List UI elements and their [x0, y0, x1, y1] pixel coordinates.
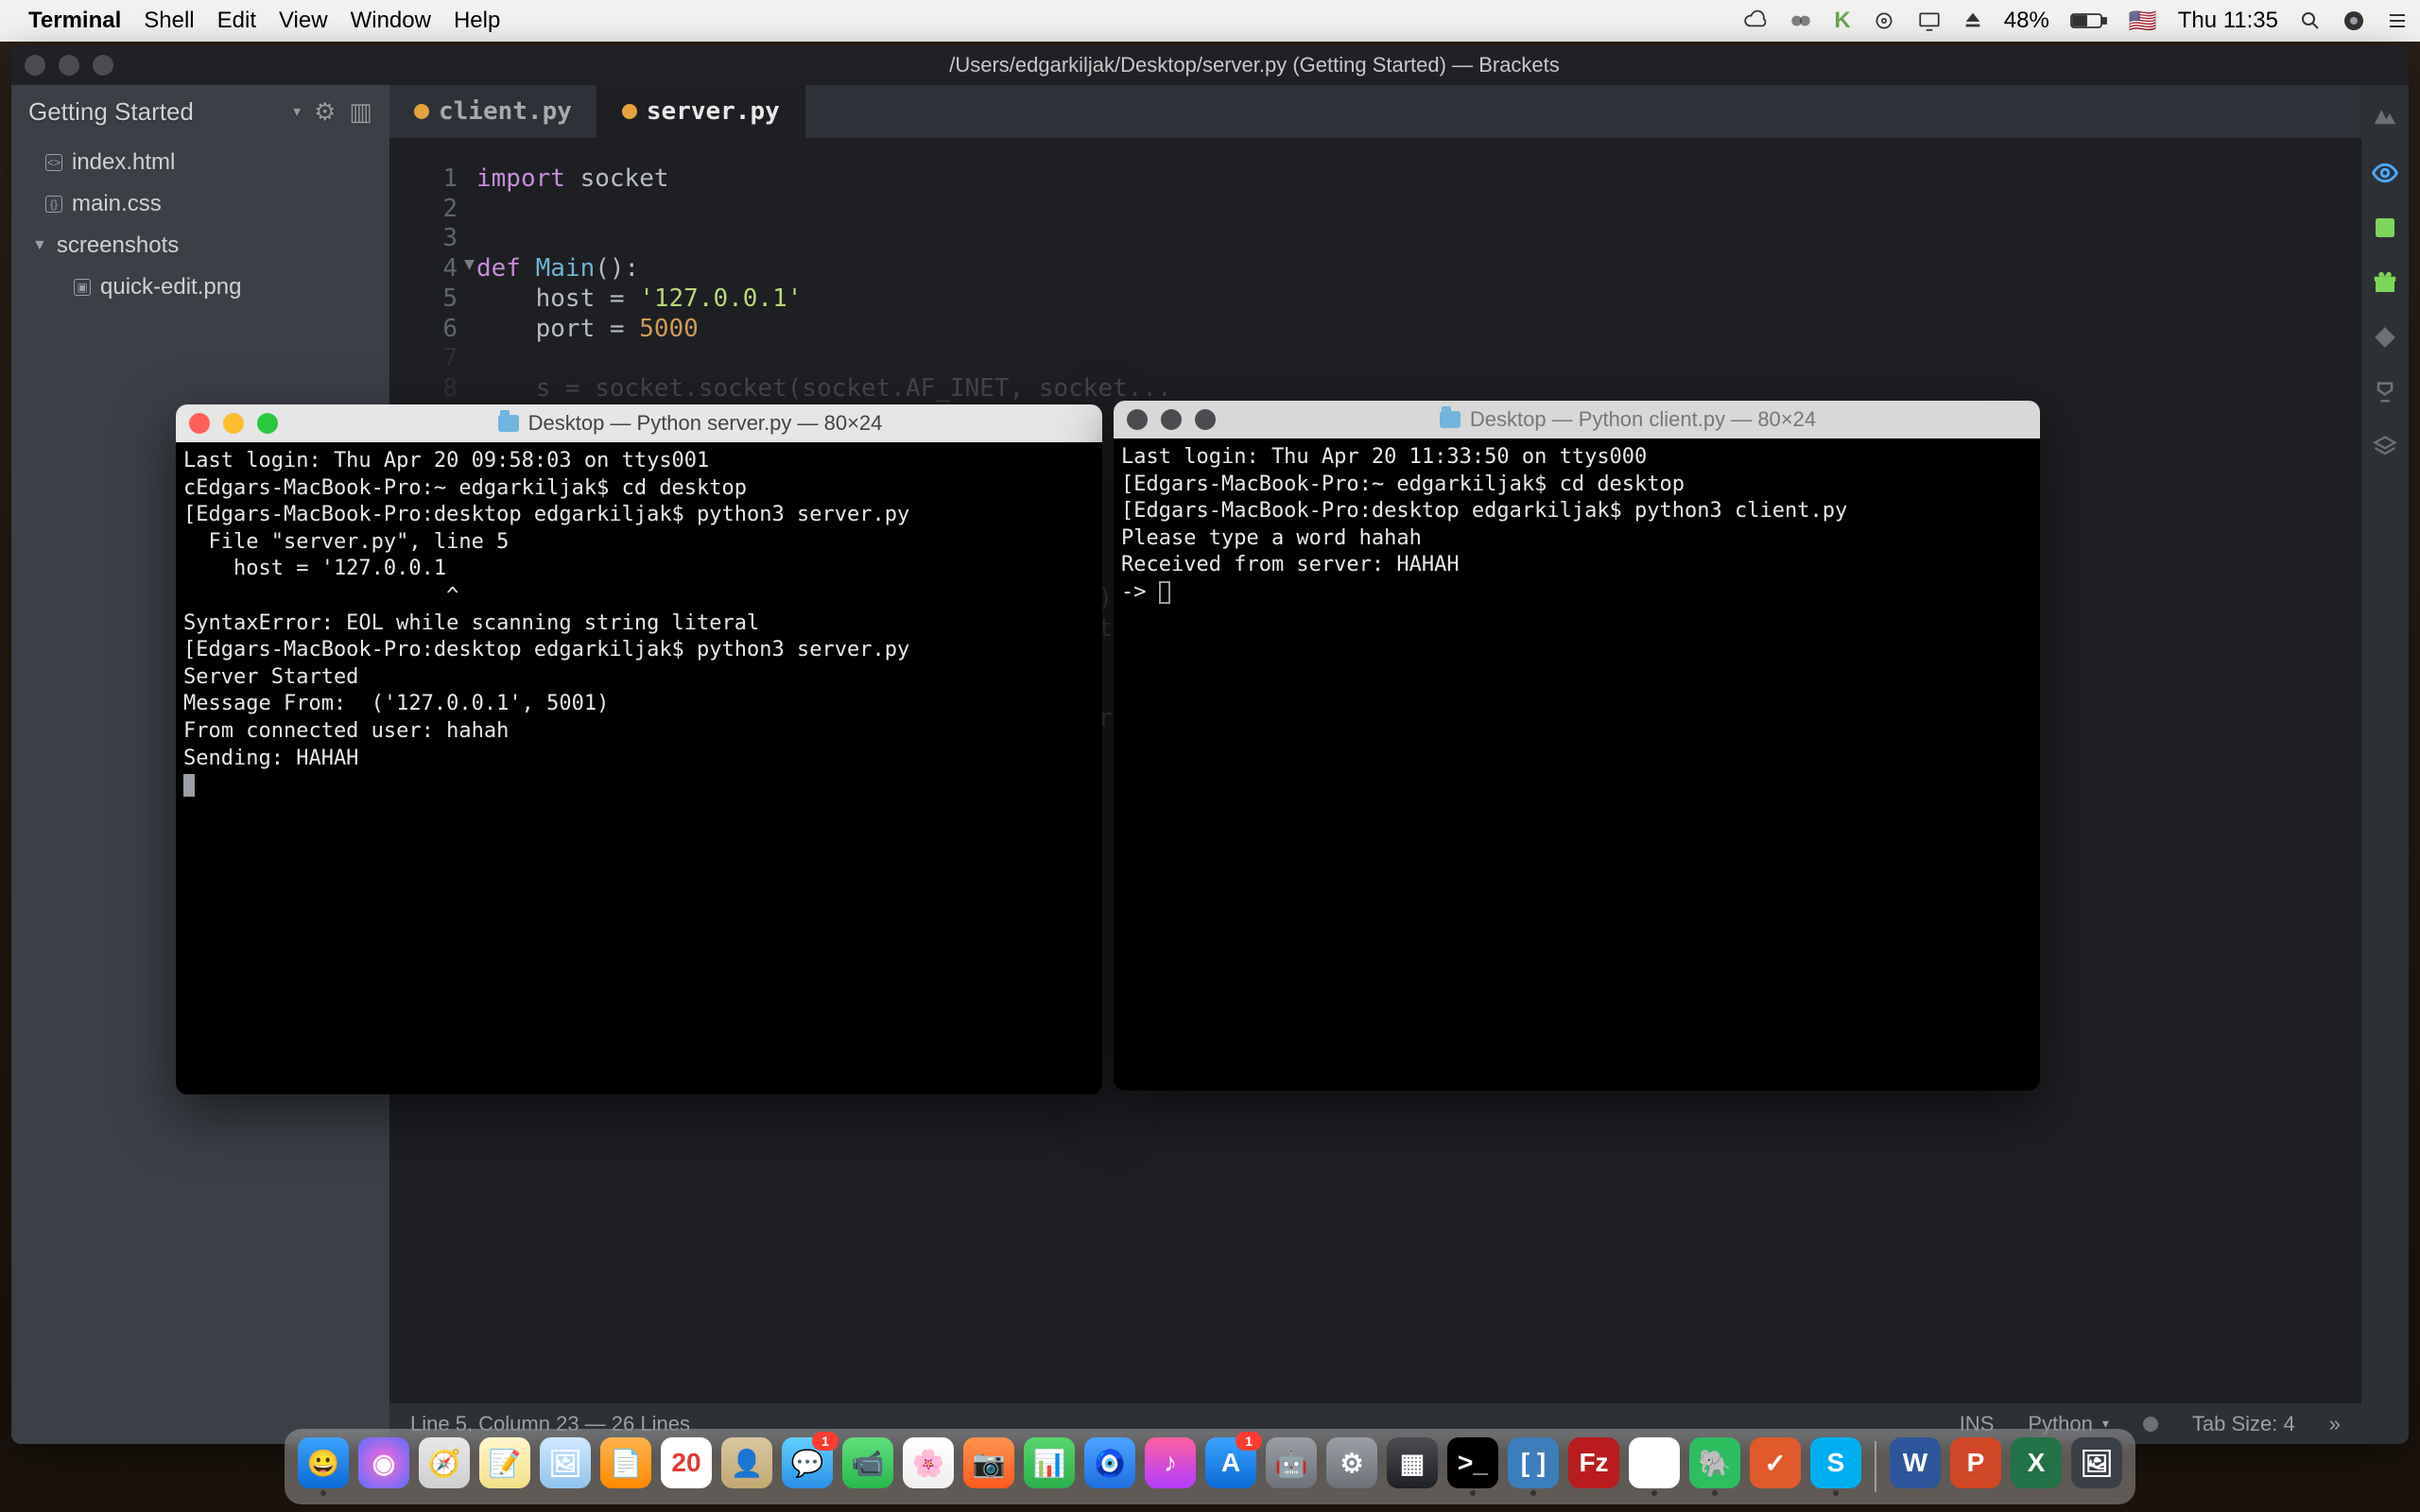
- extension-icon[interactable]: [2369, 212, 2401, 244]
- dock-app-chrome[interactable]: ◉: [1629, 1437, 1680, 1488]
- brackets-titlebar[interactable]: /Users/edgarkiljak/Desktop/server.py (Ge…: [11, 45, 2409, 85]
- close-button[interactable]: [1127, 409, 1148, 430]
- tab-server-py[interactable]: server.py: [597, 85, 805, 138]
- terminal-output[interactable]: Last login: Thu Apr 20 11:33:50 on ttys0…: [1114, 438, 2040, 1091]
- dock-app-safari[interactable]: 🧭: [419, 1437, 470, 1488]
- dock-app-contacts[interactable]: 👤: [721, 1437, 772, 1488]
- dock-item-excel[interactable]: X: [2011, 1437, 2062, 1488]
- dock-app-siri[interactable]: ◉: [358, 1437, 409, 1488]
- status-display-icon[interactable]: [1917, 9, 1942, 33]
- macos-menubar: Terminal Shell Edit View Window Help K 4…: [0, 0, 2420, 42]
- window-traffic-lights: [25, 55, 113, 76]
- minimize-button[interactable]: [223, 413, 244, 434]
- project-name: Getting Started: [28, 97, 293, 127]
- menubar-app-name[interactable]: Terminal: [28, 8, 121, 34]
- zoom-button[interactable]: [257, 413, 278, 434]
- close-button[interactable]: [25, 55, 45, 76]
- folder-icon: [498, 415, 519, 432]
- siri-status-icon[interactable]: [2342, 9, 2365, 32]
- project-dropdown-icon[interactable]: ▾: [293, 102, 301, 121]
- status-k-icon[interactable]: K: [1834, 8, 1850, 34]
- folder-icon: [1440, 411, 1461, 428]
- dock-app-appstore[interactable]: A: [1205, 1437, 1256, 1488]
- menu-edit[interactable]: Edit: [217, 8, 256, 34]
- dock-app-messages[interactable]: 💬: [782, 1437, 833, 1488]
- status-eye-icon[interactable]: [1872, 9, 1896, 33]
- split-view-icon[interactable]: ▥: [349, 97, 372, 127]
- dirty-dot-icon: [414, 104, 429, 119]
- settings-gear-icon[interactable]: ⚙: [314, 97, 336, 127]
- status-cloud-icon[interactable]: [1743, 9, 1768, 33]
- notification-center-icon[interactable]: [2386, 9, 2409, 32]
- dock-app-calendar[interactable]: 20: [661, 1437, 712, 1488]
- dock-app-numbers[interactable]: 📊: [1024, 1437, 1075, 1488]
- dock-app-finder[interactable]: 😀: [298, 1437, 349, 1488]
- sidebar-file-index[interactable]: <>index.html: [11, 142, 389, 183]
- sidebar-file-quickedit[interactable]: ▣quick-edit.png: [11, 266, 389, 308]
- status-eject-icon[interactable]: [1962, 10, 1983, 31]
- menu-view[interactable]: View: [279, 8, 328, 34]
- battery-icon[interactable]: [2070, 11, 2108, 30]
- extract-icon[interactable]: [2369, 376, 2401, 408]
- zoom-button[interactable]: [93, 55, 113, 76]
- dock-app-wunderlist[interactable]: ✓: [1750, 1437, 1801, 1488]
- editor-tabs: client.py server.py: [389, 85, 2361, 138]
- layers-icon[interactable]: [2369, 431, 2401, 463]
- dock-app-itunes[interactable]: ♪: [1145, 1437, 1196, 1488]
- terminal-title: Desktop — Python server.py — 80×24: [528, 411, 883, 436]
- dock-app-automator[interactable]: 🤖: [1266, 1437, 1317, 1488]
- minimize-button[interactable]: [59, 55, 79, 76]
- sidebar-file-main-css[interactable]: {}main.css: [11, 183, 389, 225]
- dock-app-notes[interactable]: 📝: [479, 1437, 530, 1488]
- menu-help[interactable]: Help: [454, 8, 500, 34]
- dock-item-word[interactable]: W: [1890, 1437, 1941, 1488]
- status-lint-indicator[interactable]: [2143, 1417, 2158, 1432]
- zoom-button[interactable]: [1195, 409, 1216, 430]
- terminal-output[interactable]: Last login: Thu Apr 20 09:58:03 on ttys0…: [176, 442, 1102, 1094]
- status-more-icon[interactable]: »: [2329, 1412, 2341, 1436]
- sidebar-folder-screenshots[interactable]: ▼screenshots: [11, 225, 389, 266]
- spotlight-icon[interactable]: [2299, 9, 2322, 32]
- menu-shell[interactable]: Shell: [144, 8, 194, 34]
- dock-app-brackets[interactable]: [ ]: [1508, 1437, 1559, 1488]
- menu-window[interactable]: Window: [351, 8, 431, 34]
- dock-item-screenshot[interactable]: 🖼: [2071, 1437, 2122, 1488]
- status-tabsize[interactable]: Tab Size: 4: [2192, 1412, 2295, 1436]
- dock-app-preview[interactable]: 🖼: [540, 1437, 591, 1488]
- tab-client-py[interactable]: client.py: [389, 85, 597, 138]
- close-button[interactable]: [189, 413, 210, 434]
- dock-app-photos[interactable]: 🌸: [903, 1437, 954, 1488]
- battery-percent[interactable]: 48%: [2004, 8, 2049, 34]
- menubar-clock[interactable]: Thu 11:35: [2178, 8, 2278, 34]
- dock-app-keynote[interactable]: 🧿: [1084, 1437, 1135, 1488]
- sidebar-project-header[interactable]: Getting Started ▾ ⚙ ▥: [11, 85, 389, 138]
- gift-icon[interactable]: [2369, 266, 2401, 299]
- terminal-window-server[interactable]: Desktop — Python server.py — 80×24 Last …: [176, 404, 1102, 1094]
- dock-app-facetime[interactable]: 📹: [842, 1437, 893, 1488]
- dock-app-filezilla[interactable]: Fz: [1568, 1437, 1619, 1488]
- terminal-titlebar[interactable]: Desktop — Python client.py — 80×24: [1114, 401, 2040, 438]
- dock-app-evernote[interactable]: 🐘: [1689, 1437, 1740, 1488]
- terminal-titlebar[interactable]: Desktop — Python server.py — 80×24: [176, 404, 1102, 442]
- eye-icon[interactable]: [2369, 157, 2401, 189]
- flag-icon[interactable]: 🇺🇸: [2129, 8, 2157, 35]
- dock-app-pages[interactable]: 📄: [600, 1437, 651, 1488]
- dirty-dot-icon: [622, 104, 637, 119]
- brackets-window-title: /Users/edgarkiljak/Desktop/server.py (Ge…: [113, 53, 2395, 77]
- dock-app-skype[interactable]: S: [1810, 1437, 1861, 1488]
- brackets-right-rail: [2361, 85, 2409, 1444]
- dock-app-systemprefs[interactable]: ⚙: [1326, 1437, 1377, 1488]
- dock-app-terminal[interactable]: >_: [1447, 1437, 1498, 1488]
- live-preview-icon[interactable]: [2369, 102, 2401, 134]
- terminal-title: Desktop — Python client.py — 80×24: [1470, 407, 1816, 432]
- dock-app-photobooth[interactable]: 📷: [963, 1437, 1014, 1488]
- diamond-icon[interactable]: [2369, 321, 2401, 353]
- status-cc-icon[interactable]: [1789, 9, 1813, 33]
- dock-app-missioncontrol[interactable]: ▦: [1387, 1437, 1438, 1488]
- dock-item-powerpoint[interactable]: P: [1950, 1437, 2001, 1488]
- macos-dock: 😀◉🧭📝🖼📄20👤💬📹🌸📷📊🧿♪A🤖⚙▦>_[ ]Fz◉🐘✓SWPX🖼: [285, 1429, 2135, 1504]
- sidebar-file-tree: <>index.html {}main.css ▼screenshots ▣qu…: [11, 138, 389, 312]
- terminal-window-client[interactable]: Desktop — Python client.py — 80×24 Last …: [1114, 401, 2040, 1091]
- minimize-button[interactable]: [1161, 409, 1182, 430]
